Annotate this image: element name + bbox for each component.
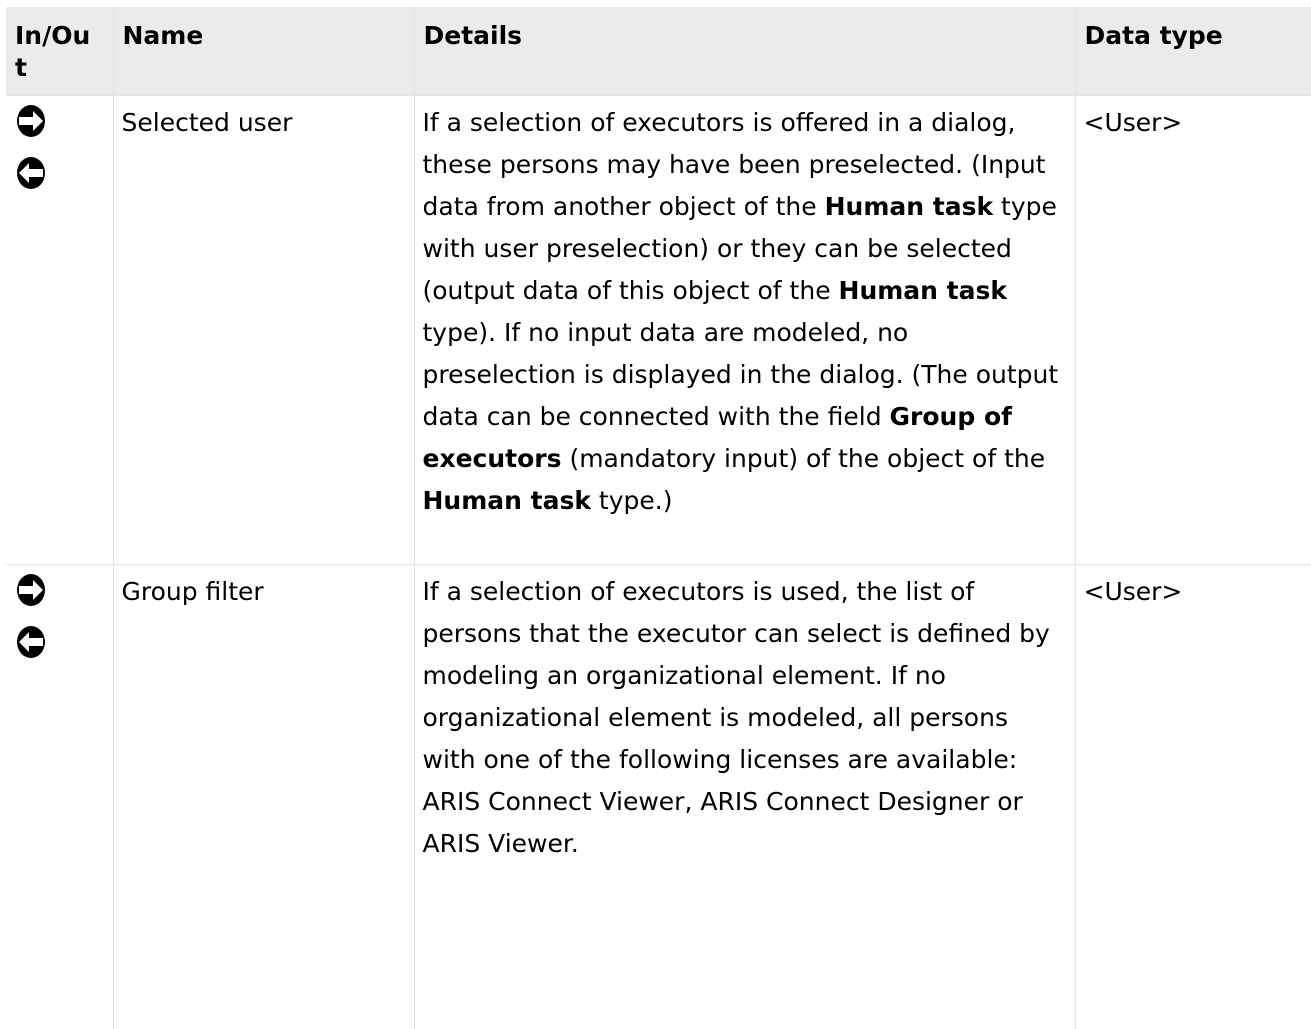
input-arrow-icon [17,626,45,658]
input-arrow-icon [17,157,45,189]
param-name: Group filter [121,577,264,606]
output-arrow-icon [17,105,45,137]
inout-cell [6,564,114,1029]
header-datatype: Data type [1074,7,1311,96]
name-cell: Selected user [112,95,415,565]
header-name: Name [112,7,415,96]
header-details: Details [413,7,1076,96]
param-datatype: <User> [1083,108,1183,137]
param-name: Selected user [121,108,293,137]
header-row: In/Out Name Details Data type [6,7,1311,96]
datatype-cell: <User> [1074,564,1311,1029]
header-inout: In/Out [6,7,114,96]
param-details: If a selection of executors is used, the… [415,565,1075,865]
header-datatype-label: Data type [1084,21,1223,50]
header-name-label: Name [122,21,204,50]
inout-cell [6,95,114,565]
datatype-cell: <User> [1074,95,1311,565]
header-inout-label: In/Out [15,21,91,82]
parameters-table: In/Out Name Details Data type Selected u… [6,7,1311,1029]
details-bold-term: Human task [824,192,994,221]
details-text: If a selection of executors is used, the… [422,577,1050,858]
output-arrow-icon [17,574,45,606]
details-text: (mandatory input) of the object of the [561,444,1046,473]
param-details: If a selection of executors is offered i… [415,96,1075,522]
details-bold-term: Human task [422,486,591,515]
details-cell: If a selection of executors is used, the… [413,564,1076,1029]
header-details-label: Details [423,21,523,50]
name-cell: Group filter [112,564,415,1029]
table-row: Selected user If a selection of executor… [6,95,1311,565]
details-bold-term: Human task [838,276,1008,305]
details-text: type.) [590,486,673,515]
details-cell: If a selection of executors is offered i… [413,95,1076,565]
param-datatype: <User> [1083,577,1183,606]
table-row: Group filter If a selection of executors… [6,564,1311,1029]
